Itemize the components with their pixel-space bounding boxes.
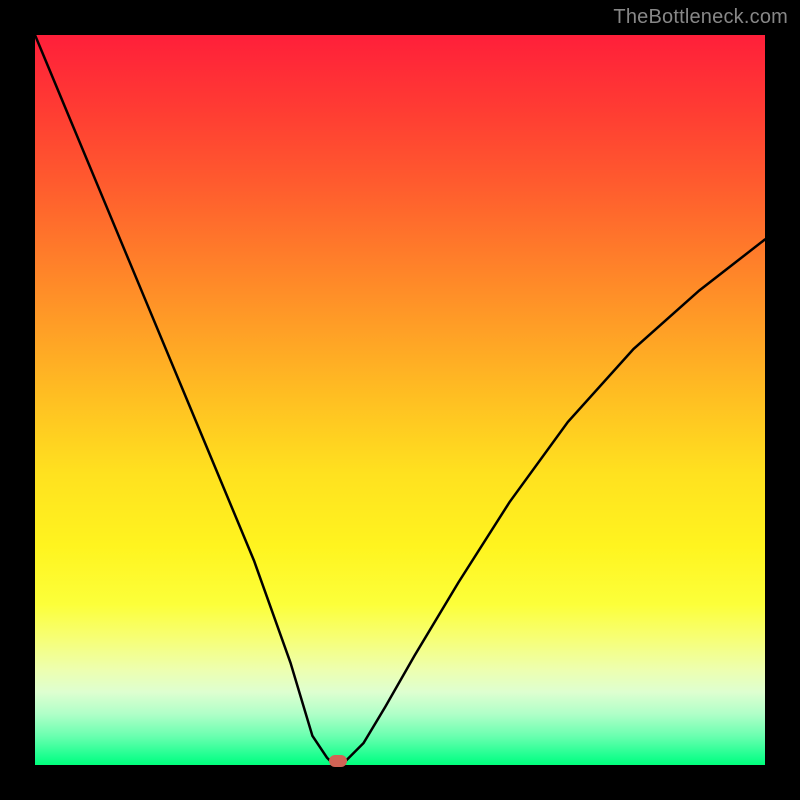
bottleneck-curve bbox=[35, 35, 765, 765]
chart-plot-area bbox=[35, 35, 765, 765]
optimum-marker bbox=[329, 755, 347, 767]
attribution-text: TheBottleneck.com bbox=[613, 6, 788, 29]
